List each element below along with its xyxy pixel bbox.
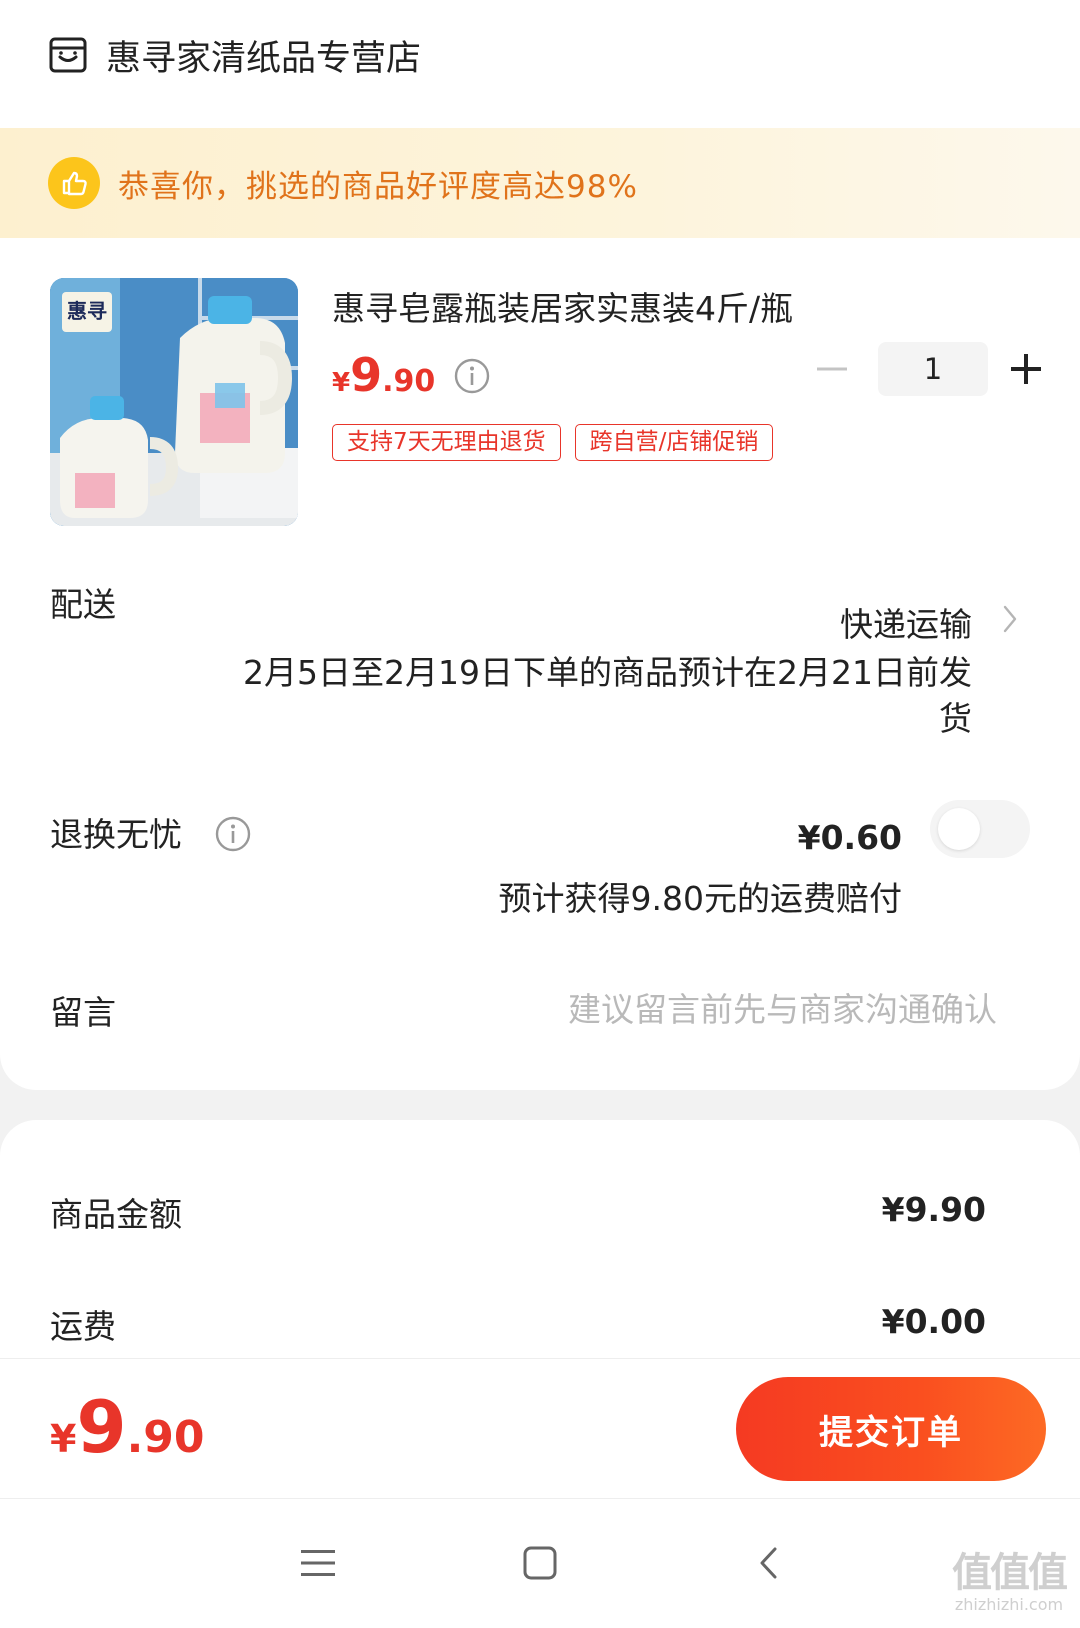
chevron-right-icon[interactable] <box>1002 604 1018 638</box>
system-navigation-bar: 值值值 zhizhizhi.com <box>0 1498 1080 1628</box>
service-tag: 支持7天无理由退货 <box>332 424 561 461</box>
watermark-logo: 值值值 <box>952 1550 1068 1596</box>
thumbs-up-icon <box>48 157 100 209</box>
quantity-decrease-button[interactable] <box>812 349 852 389</box>
product-price-integer: 9 <box>350 348 383 402</box>
toggle-knob <box>938 808 980 850</box>
watermark-url: zhizhizhi.com <box>954 1595 1064 1614</box>
return-insurance-price: ¥0.60 <box>797 818 902 857</box>
total-price-currency: ¥ <box>50 1417 77 1461</box>
quantity-stepper: 1 <box>812 342 1048 396</box>
rating-banner: 恭喜你，挑选的商品好评度高达98% <box>0 128 1080 238</box>
product-price-currency: ¥ <box>332 368 351 398</box>
service-tags: 支持7天无理由退货 跨自营/店铺促销 <box>332 424 787 461</box>
store-header[interactable]: 惠寻家清纸品专营店 <box>48 30 421 80</box>
product-image-brand: 惠寻 <box>67 299 107 323</box>
product-price: ¥ 9 .90 <box>332 348 491 402</box>
return-insurance-label: 退换无忧 <box>50 815 182 854</box>
message-input[interactable] <box>380 980 999 1038</box>
return-insurance-info-icon[interactable] <box>214 815 252 857</box>
store-icon <box>48 35 88 75</box>
watermark: 值值值 zhizhizhi.com <box>952 1550 1068 1614</box>
goods-amount-label: 商品金额 <box>50 1195 182 1234</box>
return-insurance-note: 预计获得9.80元的运费赔付 <box>498 879 902 918</box>
checkout-bar: ¥ 9 .90 提交订单 <box>0 1358 1080 1499</box>
goods-amount-value: ¥9.90 <box>881 1190 986 1229</box>
product-image[interactable]: 惠寻 <box>50 278 298 526</box>
shipping-fee-label: 运费 <box>50 1307 116 1346</box>
delivery-method[interactable]: 快递运输 <box>840 598 972 646</box>
home-icon[interactable] <box>518 1541 562 1585</box>
shipping-fee-value: ¥0.00 <box>881 1302 986 1341</box>
total-price: ¥ 9 .90 <box>50 1385 205 1469</box>
price-summary-card: 商品金额 ¥9.90 运费 ¥0.00 <box>0 1120 1080 1360</box>
back-icon[interactable] <box>746 1541 790 1585</box>
order-card: 惠寻家清纸品专营店 恭喜你，挑选的商品好评度高达98% 惠寻 惠寻皂露瓶装居家实… <box>0 0 1080 1090</box>
product-price-decimal: .90 <box>382 364 436 399</box>
menu-icon[interactable] <box>296 1541 340 1585</box>
quantity-value[interactable]: 1 <box>878 342 988 396</box>
submit-order-button[interactable]: 提交订单 <box>736 1377 1046 1481</box>
service-tag: 跨自营/店铺促销 <box>574 424 774 461</box>
delivery-label: 配送 <box>50 585 116 624</box>
quantity-increase-button[interactable] <box>1004 347 1048 391</box>
total-price-decimal: .90 <box>126 1412 205 1463</box>
message-label: 留言 <box>50 993 116 1032</box>
return-insurance-toggle[interactable] <box>930 800 1030 858</box>
price-info-icon[interactable] <box>453 357 491 399</box>
delivery-estimate: 2月5日至2月19日下单的商品预计在2月21日前发货 <box>243 653 972 738</box>
rating-banner-text: 恭喜你，挑选的商品好评度高达98% <box>118 168 638 205</box>
product-title[interactable]: 惠寻皂露瓶装居家实惠装4斤/瓶 <box>332 282 793 330</box>
total-price-integer: 9 <box>76 1385 127 1469</box>
store-name: 惠寻家清纸品专营店 <box>106 38 422 79</box>
